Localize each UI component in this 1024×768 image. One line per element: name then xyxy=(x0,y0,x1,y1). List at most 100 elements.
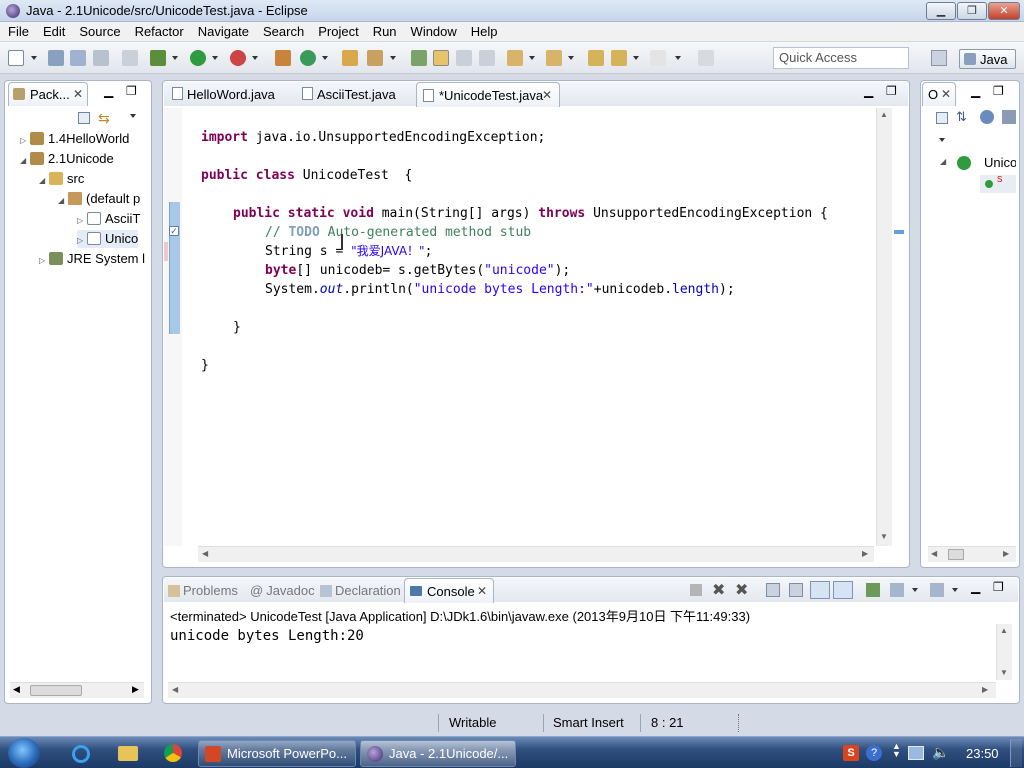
toggle-highlight-icon[interactable] xyxy=(433,50,449,66)
hide-static-icon[interactable] xyxy=(1002,110,1016,124)
open-console-icon[interactable] xyxy=(930,583,944,597)
search-dropdown-icon[interactable] xyxy=(390,56,396,60)
back-icon[interactable] xyxy=(611,50,627,66)
back-dropdown-icon[interactable] xyxy=(633,56,639,60)
tree-item-jre-system-library[interactable]: ▷ JRE System l xyxy=(39,250,145,268)
taskbar-eclipse[interactable]: Java - 2.1Unicode/... xyxy=(360,740,516,767)
tab-unicodetest[interactable]: *UnicodeTest.java ✕ xyxy=(416,82,560,107)
tab-asciitest[interactable]: AsciiTest.java xyxy=(300,82,410,106)
scroll-right-icon[interactable]: ▶ xyxy=(132,684,139,695)
maximize-editor-icon[interactable]: ❐ xyxy=(886,84,897,98)
expand-icon[interactable]: ▷ xyxy=(39,252,49,270)
next-annotation-icon[interactable] xyxy=(507,50,523,66)
taskbar-powerpoint[interactable]: Microsoft PowerPo... xyxy=(198,740,356,767)
tree-item-src[interactable]: ◢ src xyxy=(39,170,84,188)
maximize-view-icon[interactable]: ❐ xyxy=(126,84,137,98)
hide-fields-icon[interactable] xyxy=(980,110,994,124)
outline-item-main[interactable]: S xyxy=(980,175,1016,193)
view-menu-icon[interactable] xyxy=(939,138,945,142)
new-java-project-icon[interactable] xyxy=(275,50,291,66)
scroll-lock-icon[interactable] xyxy=(789,583,803,597)
tray-arrows-icon[interactable]: ▲ ▼ xyxy=(892,742,901,759)
menu-file[interactable]: File xyxy=(0,22,35,41)
run-icon[interactable] xyxy=(190,50,206,66)
scroll-left-icon[interactable]: ◀ xyxy=(931,549,937,558)
collapse-icon[interactable]: ◢ xyxy=(58,192,68,210)
collapse-icon[interactable]: ◢ xyxy=(940,157,946,166)
tree-item-2-1unicode[interactable]: ◢ 2.1Unicode xyxy=(20,150,114,168)
menu-run[interactable]: Run xyxy=(365,22,403,41)
external-tools-dropdown-icon[interactable] xyxy=(252,56,258,60)
close-button[interactable]: ✕ xyxy=(988,2,1020,20)
minimize-view-icon[interactable]: ▁ xyxy=(971,580,980,594)
outline-tab[interactable]: O ✕ xyxy=(922,82,956,106)
scroll-right-icon[interactable]: ▶ xyxy=(1003,549,1009,558)
remove-all-terminated-icon[interactable]: ✖ xyxy=(735,580,748,600)
overview-marker[interactable] xyxy=(894,230,904,234)
show-desktop-button[interactable] xyxy=(1010,739,1022,767)
menu-source[interactable]: Source xyxy=(71,22,126,41)
remove-launch-icon[interactable]: ✖ xyxy=(712,580,725,600)
new-dropdown-icon[interactable] xyxy=(31,56,37,60)
forward-icon[interactable] xyxy=(650,50,666,66)
minimize-button[interactable]: ▁ xyxy=(926,2,956,20)
open-type-icon[interactable] xyxy=(342,50,358,66)
menu-help[interactable]: Help xyxy=(463,22,504,41)
scroll-right-icon[interactable]: ▶ xyxy=(982,685,988,694)
tab-helloword[interactable]: HelloWord.java xyxy=(170,82,290,106)
show-whitespace-icon[interactable] xyxy=(479,50,495,66)
scroll-left-icon[interactable]: ◀ xyxy=(202,549,208,558)
sogou-input-icon[interactable]: S xyxy=(843,745,859,761)
outline-item-unicodetest[interactable]: Unico xyxy=(984,155,1016,170)
tab-console[interactable]: Console ✕ xyxy=(404,578,494,603)
terminate-icon[interactable] xyxy=(690,584,702,596)
external-tools-icon[interactable] xyxy=(230,50,246,66)
new-icon[interactable] xyxy=(8,50,24,66)
new-class-dropdown-icon[interactable] xyxy=(322,56,328,60)
package-explorer-hscrollbar[interactable]: ◀ ▶ xyxy=(10,682,144,698)
editor-vscrollbar[interactable]: ▲ ▼ xyxy=(876,108,892,546)
run-dropdown-icon[interactable] xyxy=(212,56,218,60)
toggle-mark-occurrences-icon[interactable] xyxy=(411,50,427,66)
maximize-view-icon[interactable]: ❐ xyxy=(993,580,1004,594)
expand-icon[interactable]: ▷ xyxy=(20,132,30,150)
next-annotation-dropdown-icon[interactable] xyxy=(529,56,535,60)
network-tray-icon[interactable] xyxy=(908,746,924,760)
forward-dropdown-icon[interactable] xyxy=(675,56,681,60)
menu-window[interactable]: Window xyxy=(403,22,463,41)
editor-hscrollbar[interactable]: ◀ ▶ xyxy=(198,546,874,562)
tab-declaration[interactable]: Declaration xyxy=(320,583,401,598)
minimize-view-icon[interactable]: ▁ xyxy=(104,84,113,98)
previous-annotation-dropdown-icon[interactable] xyxy=(568,56,574,60)
clear-console-icon[interactable] xyxy=(766,583,780,597)
save-icon[interactable] xyxy=(48,50,64,66)
last-edit-location-icon[interactable] xyxy=(588,50,604,66)
menu-project[interactable]: Project xyxy=(310,22,364,41)
outline-hscrollbar[interactable]: ◀ ▶ xyxy=(928,546,1016,562)
tree-item-default-package[interactable]: ◢ (default p xyxy=(58,190,140,208)
close-tab-icon[interactable]: ✕ xyxy=(477,584,487,598)
code-editor[interactable]: import java.io.UnsupportedEncodingExcept… xyxy=(182,110,874,540)
expand-icon[interactable]: ▷ xyxy=(77,232,87,250)
task-marker-icon[interactable]: ✓ xyxy=(169,226,179,236)
search-icon[interactable] xyxy=(367,50,383,66)
show-on-stderr-icon[interactable] xyxy=(833,581,853,599)
scroll-up-icon[interactable]: ▲ xyxy=(880,110,888,119)
package-explorer-tab[interactable]: Pack... ✕ xyxy=(8,82,88,106)
show-on-stdout-icon[interactable] xyxy=(810,581,830,599)
previous-annotation-icon[interactable] xyxy=(546,50,562,66)
tree-item-asciitest[interactable]: ▷ AsciiT xyxy=(77,210,140,228)
maximize-button[interactable]: ❐ xyxy=(957,2,987,20)
display-console-dropdown-icon[interactable] xyxy=(912,588,918,592)
internet-explorer-icon[interactable] xyxy=(72,745,90,763)
skip-breakpoints-icon[interactable] xyxy=(122,50,138,66)
menu-navigate[interactable]: Navigate xyxy=(190,22,255,41)
view-menu-icon[interactable] xyxy=(130,114,136,118)
minimize-editor-icon[interactable]: ▁ xyxy=(864,84,873,98)
open-console-dropdown-icon[interactable] xyxy=(952,588,958,592)
file-explorer-icon[interactable] xyxy=(118,746,138,761)
pin-console-icon[interactable] xyxy=(866,583,880,597)
start-button[interactable] xyxy=(8,738,40,768)
console-vscrollbar[interactable]: ▲ ▼ xyxy=(996,624,1012,680)
pin-editor-icon[interactable] xyxy=(698,50,714,66)
